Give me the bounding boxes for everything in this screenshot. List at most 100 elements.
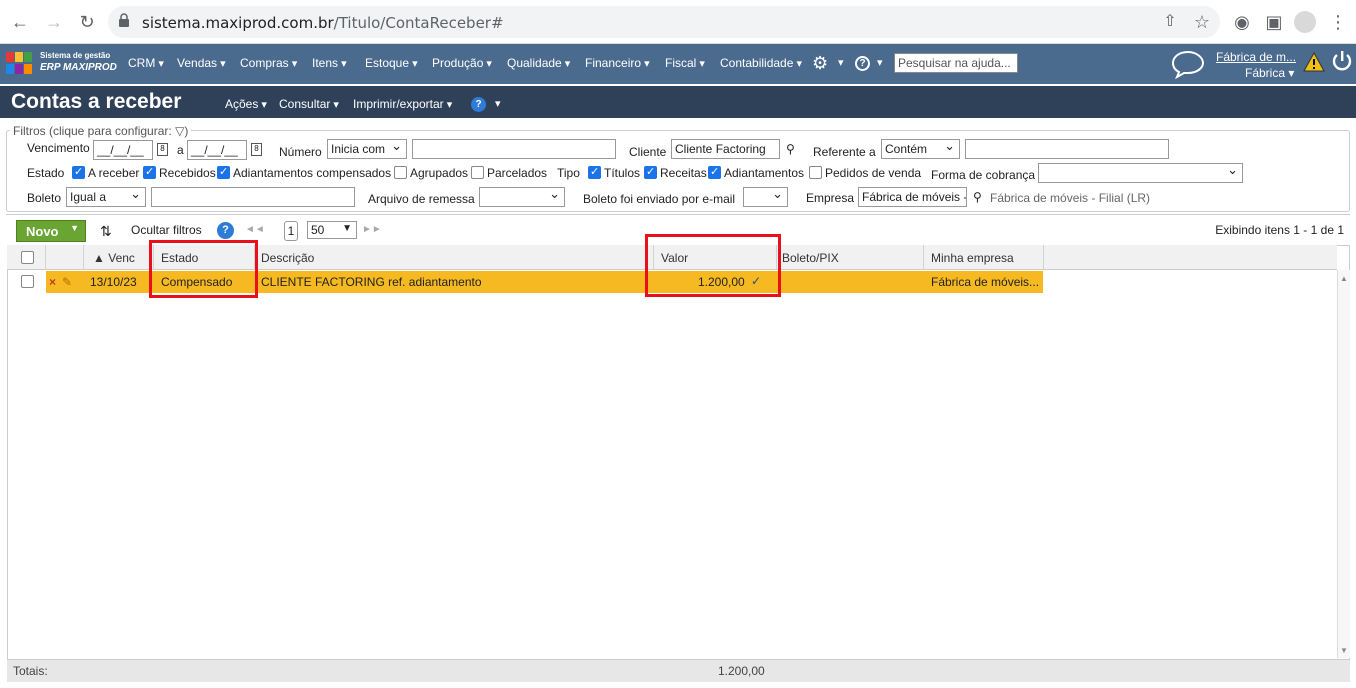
company-unit-dropdown[interactable]: Fábrica ▾ — [1245, 66, 1294, 80]
col-venc-header[interactable]: ▲ Venc — [93, 251, 135, 265]
tipo-receitas-checkbox[interactable] — [644, 165, 657, 179]
col-descricao-header[interactable]: Descrição — [261, 251, 314, 265]
grid-help-icon[interactable]: ? — [217, 222, 234, 239]
calendar-icon[interactable]: 8 — [157, 143, 168, 156]
forward-icon[interactable]: → — [42, 10, 66, 34]
nav-financeiro[interactable]: Financeiro — [585, 56, 650, 70]
kebab-menu-icon[interactable]: ⋮ — [1326, 10, 1350, 34]
delete-icon[interactable]: × — [49, 275, 56, 289]
boleto-input[interactable] — [151, 187, 355, 207]
filters-legend[interactable]: Filtros (clique para configurar: ▽) — [10, 124, 192, 138]
cliente-input[interactable]: Cliente Factoring — [671, 139, 780, 159]
estado-adiantamentos-checkbox[interactable] — [217, 165, 230, 179]
grid-scrollbar[interactable] — [1337, 270, 1350, 658]
numero-operator-select[interactable]: Inicia com — [327, 139, 407, 159]
col-boleto-header[interactable]: Boleto/PIX — [782, 251, 839, 265]
filter-icon[interactable]: ▽ — [175, 124, 184, 138]
estado-a-receber-label: A receber — [88, 166, 140, 180]
warning-icon[interactable] — [1303, 51, 1325, 72]
referente-label: Referente a — [813, 145, 876, 159]
tipo-titulos-checkbox[interactable] — [588, 165, 601, 179]
chat-icon[interactable] — [1170, 49, 1206, 80]
nav-crm[interactable]: CRM — [128, 56, 164, 70]
nav-fiscal[interactable]: Fiscal — [665, 56, 705, 70]
help-dropdown-icon[interactable]: ▾ — [877, 56, 883, 69]
tipo-receitas-label: Receitas — [660, 166, 707, 180]
totals-label: Totais: — [13, 664, 48, 678]
page-number[interactable]: 1 — [284, 221, 298, 241]
scroll-down-icon[interactable]: ▼ — [1340, 646, 1348, 655]
nav-contabilidade[interactable]: Contabilidade — [720, 56, 802, 70]
novo-dropdown-icon[interactable]: ▼ — [70, 223, 79, 233]
extensions-icon[interactable]: ◉ — [1230, 10, 1254, 34]
refresh-icon[interactable]: ⇅ — [96, 220, 116, 242]
search-icon[interactable]: ⚲ — [786, 142, 795, 156]
profile-avatar[interactable] — [1294, 11, 1316, 33]
sort-asc-icon: ▲ — [93, 251, 105, 265]
page-help-dropdown-icon[interactable]: ▾ — [495, 97, 501, 110]
help-icon[interactable]: ? — [855, 56, 870, 71]
row-checkbox[interactable] — [21, 275, 34, 288]
calendar-icon[interactable]: 8 — [251, 143, 262, 156]
menu-consultar[interactable]: Consultar — [279, 97, 339, 111]
vencimento-from-input[interactable]: __/__/__ — [93, 140, 153, 160]
nav-estoque[interactable]: Estoque — [365, 56, 418, 70]
sidepanel-icon[interactable]: ▣ — [1262, 10, 1286, 34]
estado-parcelados-checkbox[interactable] — [471, 166, 484, 179]
row-empresa: Fábrica de móveis... — [931, 275, 1040, 289]
gear-icon[interactable]: ⚙ — [812, 53, 828, 74]
tipo-adiantamentos-checkbox[interactable] — [708, 165, 721, 179]
scroll-up-icon[interactable]: ▲ — [1340, 274, 1348, 283]
boleto-label: Boleto — [27, 191, 62, 205]
annotation-box-valor — [645, 234, 781, 297]
ocultar-filtros-button[interactable]: Ocultar filtros — [127, 220, 206, 242]
estado-a-receber-checkbox[interactable] — [72, 165, 85, 179]
nav-vendas[interactable]: Vendas — [177, 56, 226, 70]
col-empresa-header[interactable]: Minha empresa — [931, 251, 1014, 265]
grid-totals — [7, 659, 1350, 682]
vencimento-to-input[interactable]: __/__/__ — [187, 140, 247, 160]
estado-agrupados-checkbox[interactable] — [394, 166, 407, 179]
tipo-pedidos-checkbox[interactable] — [809, 166, 822, 179]
page-help-icon[interactable]: ? — [471, 97, 486, 112]
boleto-operator-select[interactable]: Igual a — [66, 187, 146, 207]
estado-recebidos-checkbox[interactable] — [143, 165, 156, 179]
nav-compras[interactable]: Compras — [240, 56, 297, 70]
select-all-checkbox[interactable] — [21, 251, 34, 264]
annotation-box-estado — [149, 240, 258, 298]
next-page-icon[interactable]: ►► — [362, 224, 382, 235]
search-icon[interactable]: ⚲ — [973, 190, 982, 204]
vencimento-label: Vencimento — [27, 141, 90, 155]
nav-producao[interactable]: Produção — [432, 56, 492, 70]
star-icon[interactable]: ☆ — [1190, 10, 1214, 34]
share-icon[interactable]: ⇧ — [1158, 10, 1182, 34]
numero-input[interactable] — [412, 139, 616, 159]
power-icon[interactable] — [1331, 50, 1353, 72]
estado-adiantamentos-label: Adiantamentos compensados — [233, 166, 392, 180]
company-link[interactable]: Fábrica de m... — [1216, 50, 1296, 64]
menu-acoes[interactable]: Ações — [225, 97, 267, 111]
edit-pencil-icon[interactable]: ✎ — [62, 275, 72, 289]
estado-label: Estado — [27, 166, 65, 180]
referente-input[interactable] — [965, 139, 1169, 159]
help-search-input[interactable]: Pesquisar na ajuda... — [894, 53, 1018, 73]
gear-dropdown-icon[interactable]: ▾ — [838, 56, 844, 69]
page-title: Contas a receber — [11, 90, 182, 113]
forma-cobranca-select[interactable] — [1038, 163, 1243, 183]
page-size-select[interactable]: 50 ▼ — [307, 221, 357, 239]
referente-operator-select[interactable]: Contém — [881, 139, 960, 159]
novo-button[interactable]: Novo ▼ — [16, 220, 86, 242]
empresa-input[interactable]: Fábrica de móveis - — [858, 187, 967, 207]
first-page-icon[interactable]: ◄◄ — [245, 224, 265, 235]
arquivo-remessa-label: Arquivo de remessa — [368, 192, 475, 206]
estado-recebidos-label: Recebidos — [159, 166, 216, 180]
back-icon[interactable]: ← — [8, 10, 32, 34]
tipo-adiantamentos-label: Adiantamentos — [724, 166, 805, 180]
menu-imprimir-exportar[interactable]: Imprimir/exportar — [353, 97, 452, 111]
nav-qualidade[interactable]: Qualidade — [507, 56, 570, 70]
nav-itens[interactable]: Itens — [312, 56, 347, 70]
reload-icon[interactable]: ↻ — [75, 10, 99, 34]
range-a-label: a — [177, 143, 184, 157]
arquivo-remessa-select[interactable] — [479, 187, 565, 207]
boleto-enviado-select[interactable] — [743, 187, 788, 207]
